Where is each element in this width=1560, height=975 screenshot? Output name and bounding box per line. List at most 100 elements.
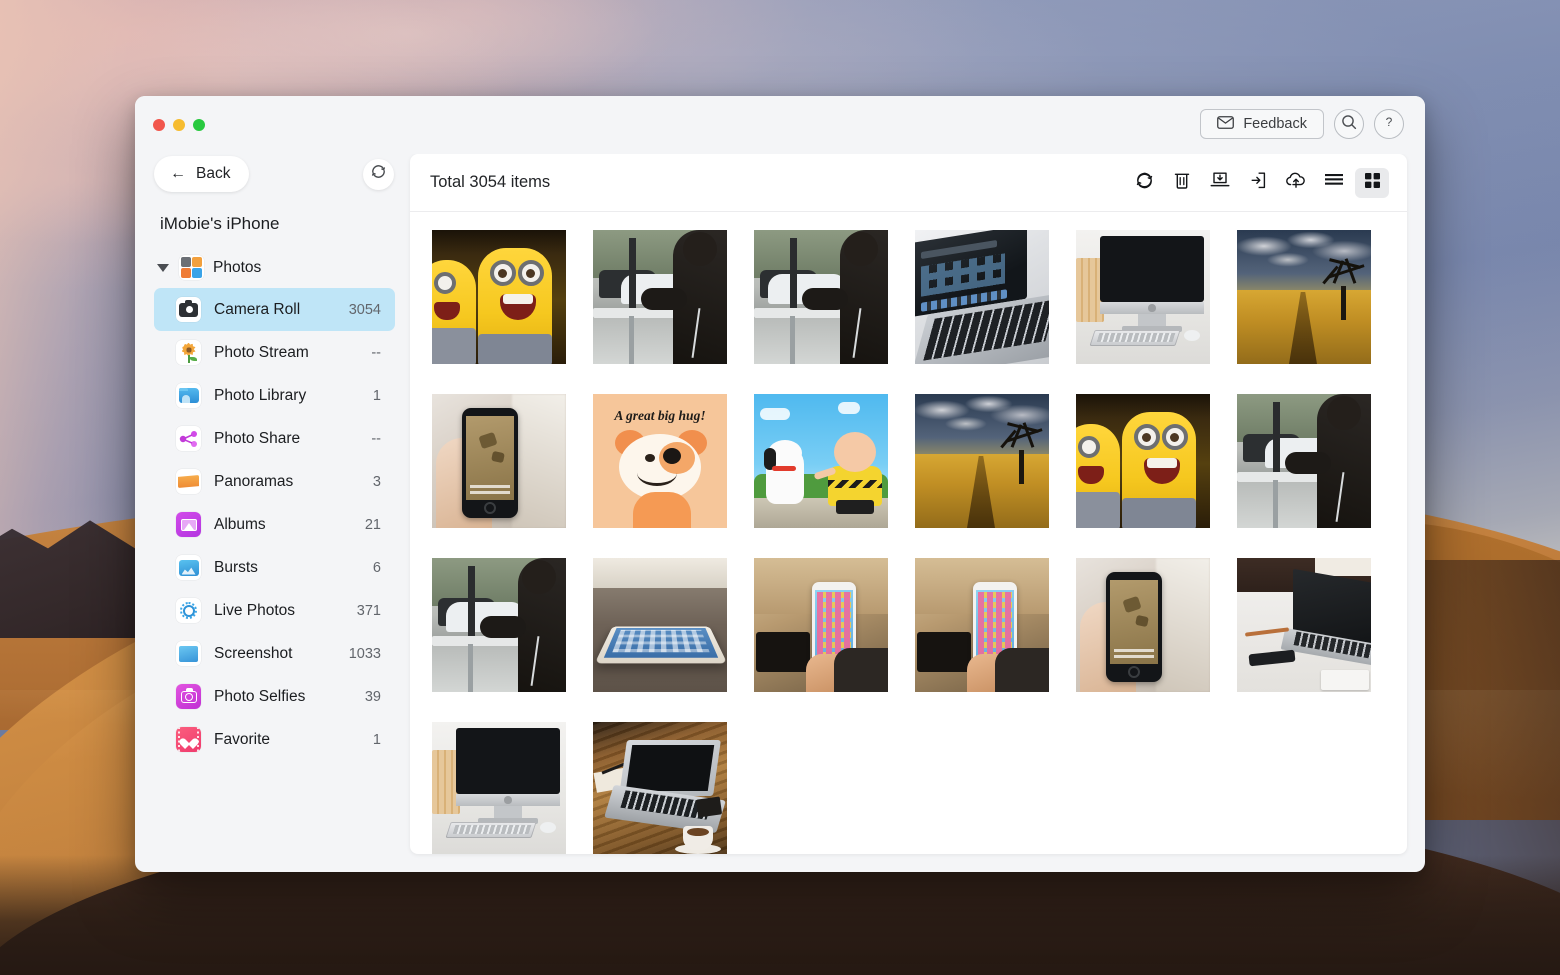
photo-image <box>754 558 888 692</box>
photo-thumbnail[interactable] <box>593 558 727 692</box>
photo-thumbnail[interactable] <box>915 394 1049 528</box>
sidebar-item-count: 3 <box>373 474 381 490</box>
sidebar-item-count: 371 <box>357 603 381 619</box>
sidebar-item-photo-selfies[interactable]: Photo Selfies 39 <box>154 675 395 718</box>
photo-image <box>1076 558 1210 692</box>
sidebar-item-label: Panoramas <box>214 473 373 491</box>
sidebar-item-count: 21 <box>365 517 381 533</box>
sidebar-item-label: Albums <box>214 516 365 534</box>
photo-thumbnail[interactable] <box>1237 230 1371 364</box>
sidebar-refresh-button[interactable] <box>363 159 394 190</box>
maximize-button[interactable] <box>193 119 205 131</box>
search-icon <box>1341 114 1357 134</box>
photo-stream-icon <box>176 340 201 365</box>
photo-thumbnail[interactable] <box>1076 394 1210 528</box>
desktop-wallpaper: Feedback ? <box>0 0 1560 975</box>
device-name: iMobie's iPhone <box>160 214 410 234</box>
help-button[interactable]: ? <box>1374 109 1404 139</box>
photo-thumbnail[interactable] <box>1237 394 1371 528</box>
grid-view-button[interactable] <box>1355 168 1389 198</box>
window-titlebar: Feedback ? <box>135 96 1425 154</box>
close-button[interactable] <box>153 119 165 131</box>
panoramas-icon <box>176 469 201 494</box>
photo-thumbnail[interactable] <box>1237 558 1371 692</box>
list-view-button[interactable] <box>1317 168 1351 198</box>
sidebar-item-count: 3054 <box>349 302 381 318</box>
trash-icon <box>1173 171 1191 195</box>
sidebar-item-count: 6 <box>373 560 381 576</box>
tree-root-photos[interactable]: Photos <box>157 255 410 280</box>
feedback-button[interactable]: Feedback <box>1200 109 1324 139</box>
photo-image <box>593 558 727 692</box>
tree-root-label: Photos <box>213 259 261 277</box>
photo-image <box>432 558 566 692</box>
titlebar-actions: Feedback ? <box>1200 109 1404 139</box>
photo-image <box>432 722 566 854</box>
back-button[interactable]: ← Back <box>154 156 249 192</box>
mail-icon <box>1217 116 1234 133</box>
sidebar-item-count: 1033 <box>349 646 381 662</box>
photo-image <box>915 394 1049 528</box>
sidebar-item-screenshot[interactable]: Screenshot 1033 <box>154 632 395 675</box>
sidebar-item-photo-library[interactable]: Photo Library 1 <box>154 374 395 417</box>
photo-image <box>593 722 727 854</box>
sidebar-item-live-photos[interactable]: Live Photos 371 <box>154 589 395 632</box>
photo-grid-scroll-area[interactable]: A great big hug! <box>410 212 1407 854</box>
chevron-down-icon[interactable] <box>157 264 169 272</box>
photo-thumbnail[interactable] <box>754 558 888 692</box>
import-button[interactable] <box>1241 168 1275 198</box>
sidebar-item-photo-share[interactable]: Photo Share -- <box>154 417 395 460</box>
sidebar-item-count: -- <box>371 345 381 361</box>
sidebar-item-photo-stream[interactable]: Photo Stream -- <box>154 331 395 374</box>
photo-thumbnail[interactable] <box>915 230 1049 364</box>
photo-thumbnail[interactable] <box>432 394 566 528</box>
photo-thumbnail[interactable] <box>432 230 566 364</box>
photo-image <box>432 394 566 528</box>
photo-grid: A great big hug! <box>432 230 1407 854</box>
photo-thumbnail[interactable] <box>593 722 727 854</box>
window-traffic-lights <box>153 119 205 131</box>
favorite-icon <box>176 727 201 752</box>
export-to-mac-button[interactable] <box>1203 168 1237 198</box>
refresh-icon <box>1135 171 1154 195</box>
photo-image <box>432 230 566 364</box>
upload-cloud-button[interactable] <box>1279 168 1313 198</box>
bursts-icon <box>176 555 201 580</box>
sidebar-item-count: 39 <box>365 689 381 705</box>
sidebar-item-bursts[interactable]: Bursts 6 <box>154 546 395 589</box>
refresh-button[interactable] <box>1127 168 1161 198</box>
photo-thumbnail[interactable] <box>915 558 1049 692</box>
sidebar-item-albums[interactable]: Albums 21 <box>154 503 395 546</box>
content-toolbar <box>1127 168 1389 198</box>
photo-thumbnail[interactable]: A great big hug! <box>593 394 727 528</box>
sidebar-item-camera-roll[interactable]: Camera Roll 3054 <box>154 288 395 331</box>
sidebar-item-count: 1 <box>373 732 381 748</box>
photo-image <box>915 558 1049 692</box>
list-view-icon <box>1324 173 1344 193</box>
photo-thumbnail[interactable] <box>754 230 888 364</box>
anytrans-app-window: Feedback ? <box>135 96 1425 872</box>
photo-image <box>754 230 888 364</box>
sidebar-item-label: Live Photos <box>214 602 357 620</box>
photo-thumbnail[interactable] <box>1076 230 1210 364</box>
content-pane: Total 3054 items <box>410 154 1407 854</box>
back-arrow-icon: ← <box>170 166 186 182</box>
photo-image <box>1076 394 1210 528</box>
screenshot-icon <box>176 641 201 666</box>
photo-thumbnail[interactable] <box>754 394 888 528</box>
photo-thumbnail[interactable] <box>593 230 727 364</box>
minimize-button[interactable] <box>173 119 185 131</box>
sidebar-item-panoramas[interactable]: Panoramas 3 <box>154 460 395 503</box>
photo-image: A great big hug! <box>593 394 727 528</box>
sidebar-item-favorite[interactable]: Favorite 1 <box>154 718 395 761</box>
search-button[interactable] <box>1334 109 1364 139</box>
window-body: ← Back iMobie <box>135 154 1425 872</box>
content-header: Total 3054 items <box>410 154 1407 212</box>
photo-thumbnail[interactable] <box>432 558 566 692</box>
export-to-mac-icon <box>1210 171 1230 194</box>
photo-thumbnail[interactable] <box>1076 558 1210 692</box>
sidebar-nav-list: Camera Roll 3054 Photo Stream -- Photo L… <box>154 288 410 761</box>
total-items-label: Total 3054 items <box>430 173 550 192</box>
photo-thumbnail[interactable] <box>432 722 566 854</box>
delete-button[interactable] <box>1165 168 1199 198</box>
